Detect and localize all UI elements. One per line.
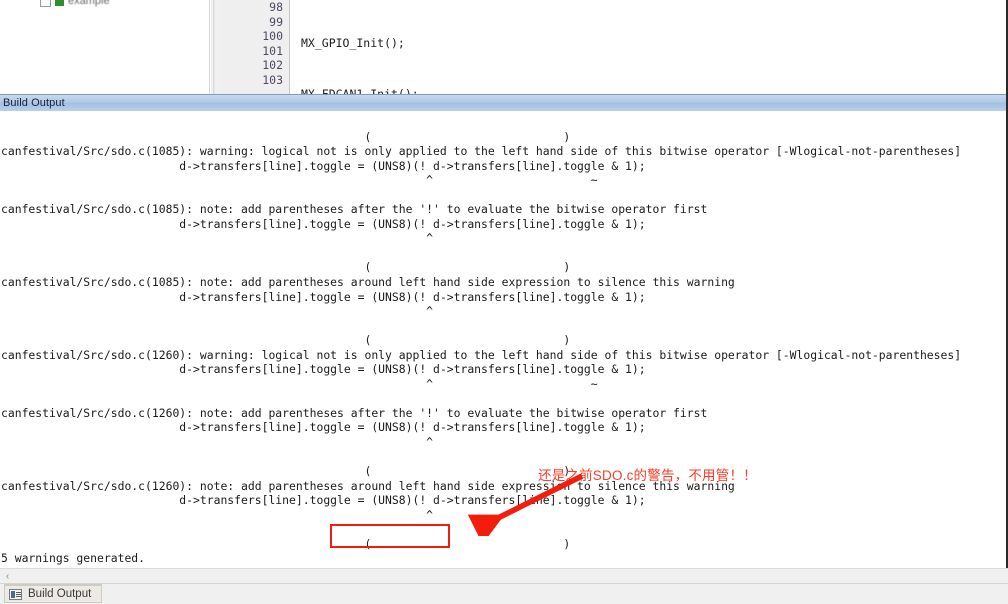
build-output-line: ( )	[1, 333, 571, 348]
code-editor-pane[interactable]: 98 99 100 101 102 103 MX_GPIO_Init(); MX…	[219, 0, 1008, 94]
line-number: 100	[262, 29, 283, 44]
build-output-title-bar[interactable]: Build Output	[0, 94, 1008, 112]
console-horizontal-scrollbar[interactable]: ‹	[0, 568, 1008, 584]
build-output-text: ( ) canfestival/Src/sdo.c(1085): warning:…	[1, 115, 1008, 568]
line-number: 102	[262, 58, 283, 73]
build-output-line: canfestival/Src/sdo.c(1085): note: add p…	[1, 202, 708, 217]
build-output-line: d->transfers[line].toggle = (UNS8)(! d->…	[1, 216, 646, 231]
build-output-line: ( )	[1, 260, 571, 275]
build-output-line: canfestival/Src/sdo.c(1260): note: add p…	[1, 405, 708, 420]
build-output-line	[1, 115, 1008, 130]
build-output-line: canfestival/Src/sdo.c(1260): note: add p…	[1, 478, 735, 493]
build-output-line: canfestival/Src/sdo.c(1085): warning: lo…	[1, 144, 962, 159]
code-line: MX_FDCAN1_Init();	[301, 86, 419, 94]
build-output-console[interactable]: ( ) canfestival/Src/sdo.c(1085): warning:…	[0, 111, 1008, 568]
project-tree-item-label: example	[68, 0, 110, 7]
build-output-line: d->transfers[line].toggle = (UNS8)(! d->…	[1, 420, 646, 435]
editor-strip: example 98 99 100 101 102 103 MX_GPIO_In…	[0, 0, 1008, 94]
tree-key-icon	[55, 0, 64, 6]
code-text[interactable]: MX_GPIO_Init(); MX_FDCAN1_Init(); MX_FDC…	[301, 0, 786, 94]
build-output-line: ^	[1, 507, 434, 522]
build-output-icon	[9, 588, 22, 600]
build-output-line: ^	[1, 304, 434, 319]
line-number: 99	[269, 14, 283, 29]
build-output-line	[1, 188, 1008, 203]
build-output-line: d->transfers[line].toggle = (UNS8)(! d->…	[1, 493, 646, 508]
build-output-line	[1, 522, 1008, 537]
bottom-tab-bar: Build Output	[0, 583, 1008, 604]
code-gutter: 98 99 100 101 102 103	[219, 0, 290, 94]
tab-build-output[interactable]: Build Output	[4, 584, 103, 603]
build-output-line: 5 warnings generated.	[1, 551, 146, 566]
tab-build-output-label: Build Output	[28, 588, 92, 600]
build-output-line	[1, 246, 1008, 261]
scroll-left-arrow-icon[interactable]: ‹	[0, 569, 15, 584]
build-output-line: canfestival/Src/sdo.c(1085): note: add p…	[1, 275, 735, 290]
build-output-line: d->transfers[line].toggle = (UNS8)(! d->…	[1, 158, 646, 173]
build-output-line: ^ ~	[1, 376, 598, 391]
build-output-line: ^	[1, 231, 434, 246]
build-output-line: ( )	[1, 464, 571, 479]
build-output-line: ( )	[1, 536, 571, 551]
build-output-line	[1, 450, 1008, 465]
build-output-line: canfestival/Src/sdo.c(1260): warning: lo…	[1, 347, 962, 362]
line-number: 103	[262, 72, 283, 87]
project-tree-item[interactable]: example	[40, 0, 110, 8]
line-number: 101	[262, 43, 283, 58]
build-output-line: ( )	[1, 129, 571, 144]
build-output-line	[1, 319, 1008, 334]
tree-expander-icon[interactable]	[40, 0, 51, 7]
build-output-title: Build Output	[3, 97, 65, 109]
build-output-line: d->transfers[line].toggle = (UNS8)(! d->…	[1, 362, 646, 377]
line-number: 98	[269, 0, 283, 14]
build-output-line: ^ ~	[1, 173, 598, 188]
build-output-line: d->transfers[line].toggle = (UNS8)(! d->…	[1, 289, 646, 304]
code-line: MX_GPIO_Init();	[301, 36, 405, 50]
build-output-line	[1, 391, 1008, 406]
build-output-line: ^	[1, 435, 434, 450]
project-tree-pane[interactable]: example	[0, 0, 210, 94]
